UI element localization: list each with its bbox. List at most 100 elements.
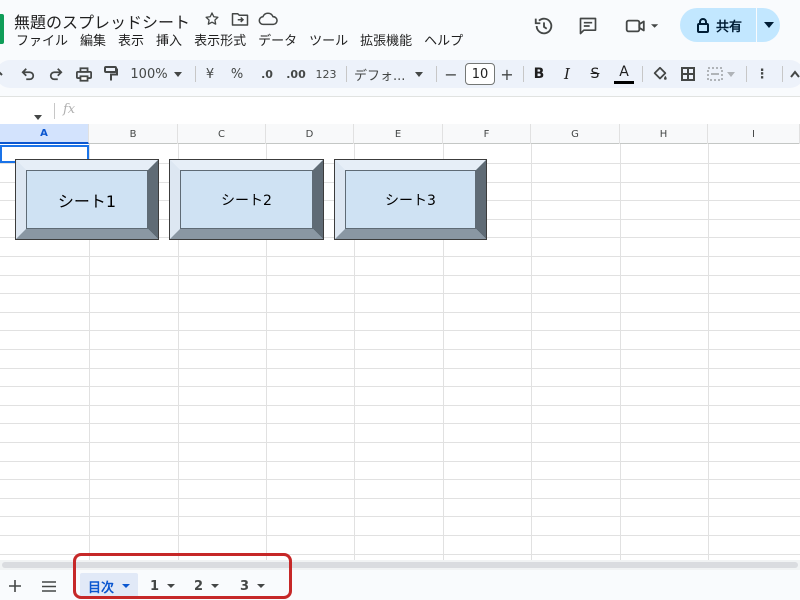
share-label: 共有 [716,19,743,35]
print-icon[interactable] [73,60,95,88]
menu-edit[interactable]: 編集 [74,33,112,51]
menu-file[interactable]: ファイル [16,33,74,51]
name-box-dropdown-icon[interactable] [34,105,42,124]
row-gridline [0,256,800,257]
meet-video-icon[interactable] [620,12,664,40]
menu-data[interactable]: データ [252,33,303,51]
star-icon[interactable] [201,8,223,30]
row-gridline [0,423,800,424]
column-header-e[interactable]: E [354,124,443,144]
font-family-value: デフォ... [354,68,406,84]
currency-format-button[interactable]: ¥ [202,60,218,88]
more-options-icon[interactable]: ⋮ [756,60,769,88]
column-header-c[interactable]: C [178,124,266,144]
toolbar-divider [642,66,643,82]
fx-icon: fx [63,102,76,117]
share-dropdown-icon[interactable] [757,8,780,42]
fill-color-icon[interactable] [650,60,670,88]
column-header-d[interactable]: D [266,124,354,144]
merge-cells-icon[interactable] [704,60,738,88]
spreadsheet-grid[interactable]: A B C D E F G H I シート1 シート2 シート3 [0,124,800,560]
font-size-input[interactable]: 10 [465,63,495,85]
cloud-saved-icon[interactable] [257,8,279,30]
row-gridline [0,479,800,480]
menu-format[interactable]: 表示形式 [188,33,252,51]
text-color-swatch [614,80,634,84]
menu-insert[interactable]: 挿入 [150,33,188,51]
move-folder-icon[interactable] [229,8,251,30]
document-title[interactable]: 無題のスプレッドシート [14,9,190,33]
toolbar-divider [195,66,196,82]
increase-font-size-button[interactable]: + [499,60,515,88]
row-gridline [0,461,800,462]
column-header-b[interactable]: B [89,124,178,144]
row-gridline [0,498,800,499]
collapse-toolbar-icon[interactable] [788,60,800,88]
redo-icon[interactable] [46,60,66,88]
share-main[interactable]: 共有 [680,8,756,42]
sheet2-link-button[interactable]: シート2 [169,159,324,240]
version-history-icon[interactable] [530,12,558,40]
zoom-select[interactable]: 100% [128,60,184,88]
toolbar-divider [346,66,347,82]
row-gridline [0,330,800,331]
chevron-down-icon [415,71,424,77]
search-menus-icon[interactable] [0,60,6,88]
column-header-i[interactable]: I [708,124,800,144]
sheet1-link-label: シート1 [26,170,148,229]
menu-bar: ファイル 編集 表示 挿入 表示形式 データ ツール 拡張機能 ヘルプ [16,33,469,51]
paint-format-icon[interactable] [100,60,122,88]
toolbar-divider [523,66,524,82]
annotation-highlight-box [73,553,292,599]
share-button[interactable]: 共有 [680,8,780,42]
column-header-g[interactable]: G [531,124,620,144]
row-gridline [0,442,800,443]
column-header-a[interactable]: A [0,124,89,144]
row-gridline [0,368,800,369]
row-gridline [0,516,800,517]
sheet3-link-button[interactable]: シート3 [334,159,487,240]
menu-extensions[interactable]: 拡張機能 [354,33,418,51]
chevron-down-icon [173,71,182,77]
menu-help[interactable]: ヘルプ [418,33,469,51]
formula-bar: fx [0,96,800,124]
row-gridline [0,535,800,536]
increase-decimal-button[interactable]: .00 [284,60,308,88]
sheet2-link-label: シート2 [180,170,313,229]
font-family-select[interactable]: デフォ... [354,60,428,88]
sheet3-link-label: シート3 [345,170,476,229]
strikethrough-button[interactable]: S [586,60,604,88]
text-color-button[interactable]: A [613,60,635,88]
row-gridline [0,386,800,387]
toolbar-divider [782,66,783,82]
row-gridline [0,312,800,313]
decrease-font-size-button[interactable]: − [443,60,459,88]
row-gridline [0,275,800,276]
add-sheet-icon[interactable] [4,575,26,597]
column-header-row: A B C D E F G H I [0,124,800,144]
sheets-logo-icon[interactable] [0,14,4,44]
menu-tools[interactable]: ツール [303,33,354,51]
menu-view[interactable]: 表示 [112,33,150,51]
toolbar-divider [746,66,747,82]
sheet1-link-button[interactable]: シート1 [15,159,159,240]
formula-divider [54,103,55,119]
row-gridline [0,293,800,294]
bold-button[interactable]: B [530,60,548,88]
toolbar: 100% ¥ % .0 .00 123 デフォ... − 10 + B I S … [0,60,800,88]
all-sheets-menu-icon[interactable] [38,575,60,597]
column-header-h[interactable]: H [620,124,708,144]
undo-icon[interactable] [18,60,38,88]
title-bar: 無題のスプレッドシート ファイル 編集 表示 挿入 表示形式 データ ツール 拡… [0,0,800,56]
borders-icon[interactable] [678,60,698,88]
zoom-value: 100% [130,66,168,82]
number-format-button[interactable]: 123 [314,60,338,88]
row-gridline [0,405,800,406]
column-header-f[interactable]: F [443,124,531,144]
italic-button[interactable]: I [558,60,576,88]
text-color-letter: A [619,63,629,80]
percent-format-button[interactable]: % [229,60,245,88]
comments-icon[interactable] [574,12,602,40]
decrease-decimal-button[interactable]: .0 [256,60,278,88]
row-gridline [0,349,800,350]
